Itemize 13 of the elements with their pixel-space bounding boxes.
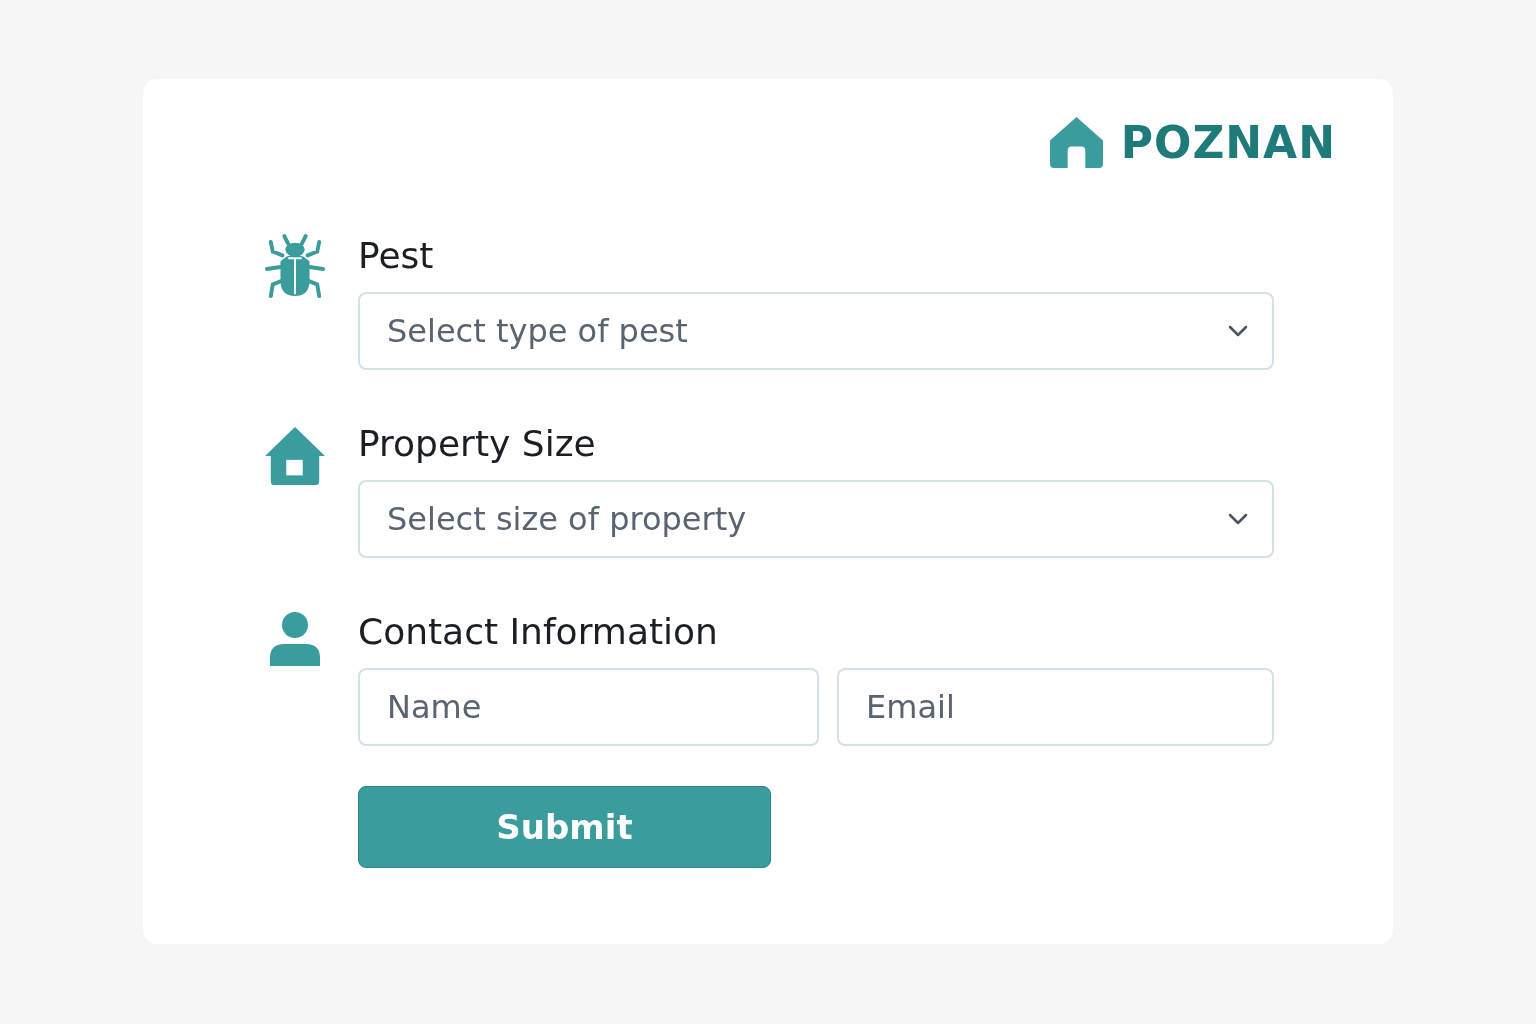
person-icon — [270, 612, 320, 666]
brand-name: POZNAN — [1120, 117, 1336, 168]
house-icon — [1049, 117, 1103, 168]
field-label: Property Size — [358, 422, 597, 466]
submit-button[interactable]: Submit — [358, 786, 771, 868]
field-label: Pest — [358, 234, 435, 278]
chevron-down-icon — [1228, 513, 1248, 525]
select-field[interactable]: Select type of pest — [358, 292, 1274, 370]
select-field[interactable]: Select size of property — [358, 480, 1274, 558]
chevron-down-icon — [1228, 325, 1248, 337]
input-field[interactable]: Email — [837, 668, 1274, 746]
field-label: Contact Information — [358, 610, 719, 654]
input-field[interactable]: Name — [358, 668, 819, 746]
